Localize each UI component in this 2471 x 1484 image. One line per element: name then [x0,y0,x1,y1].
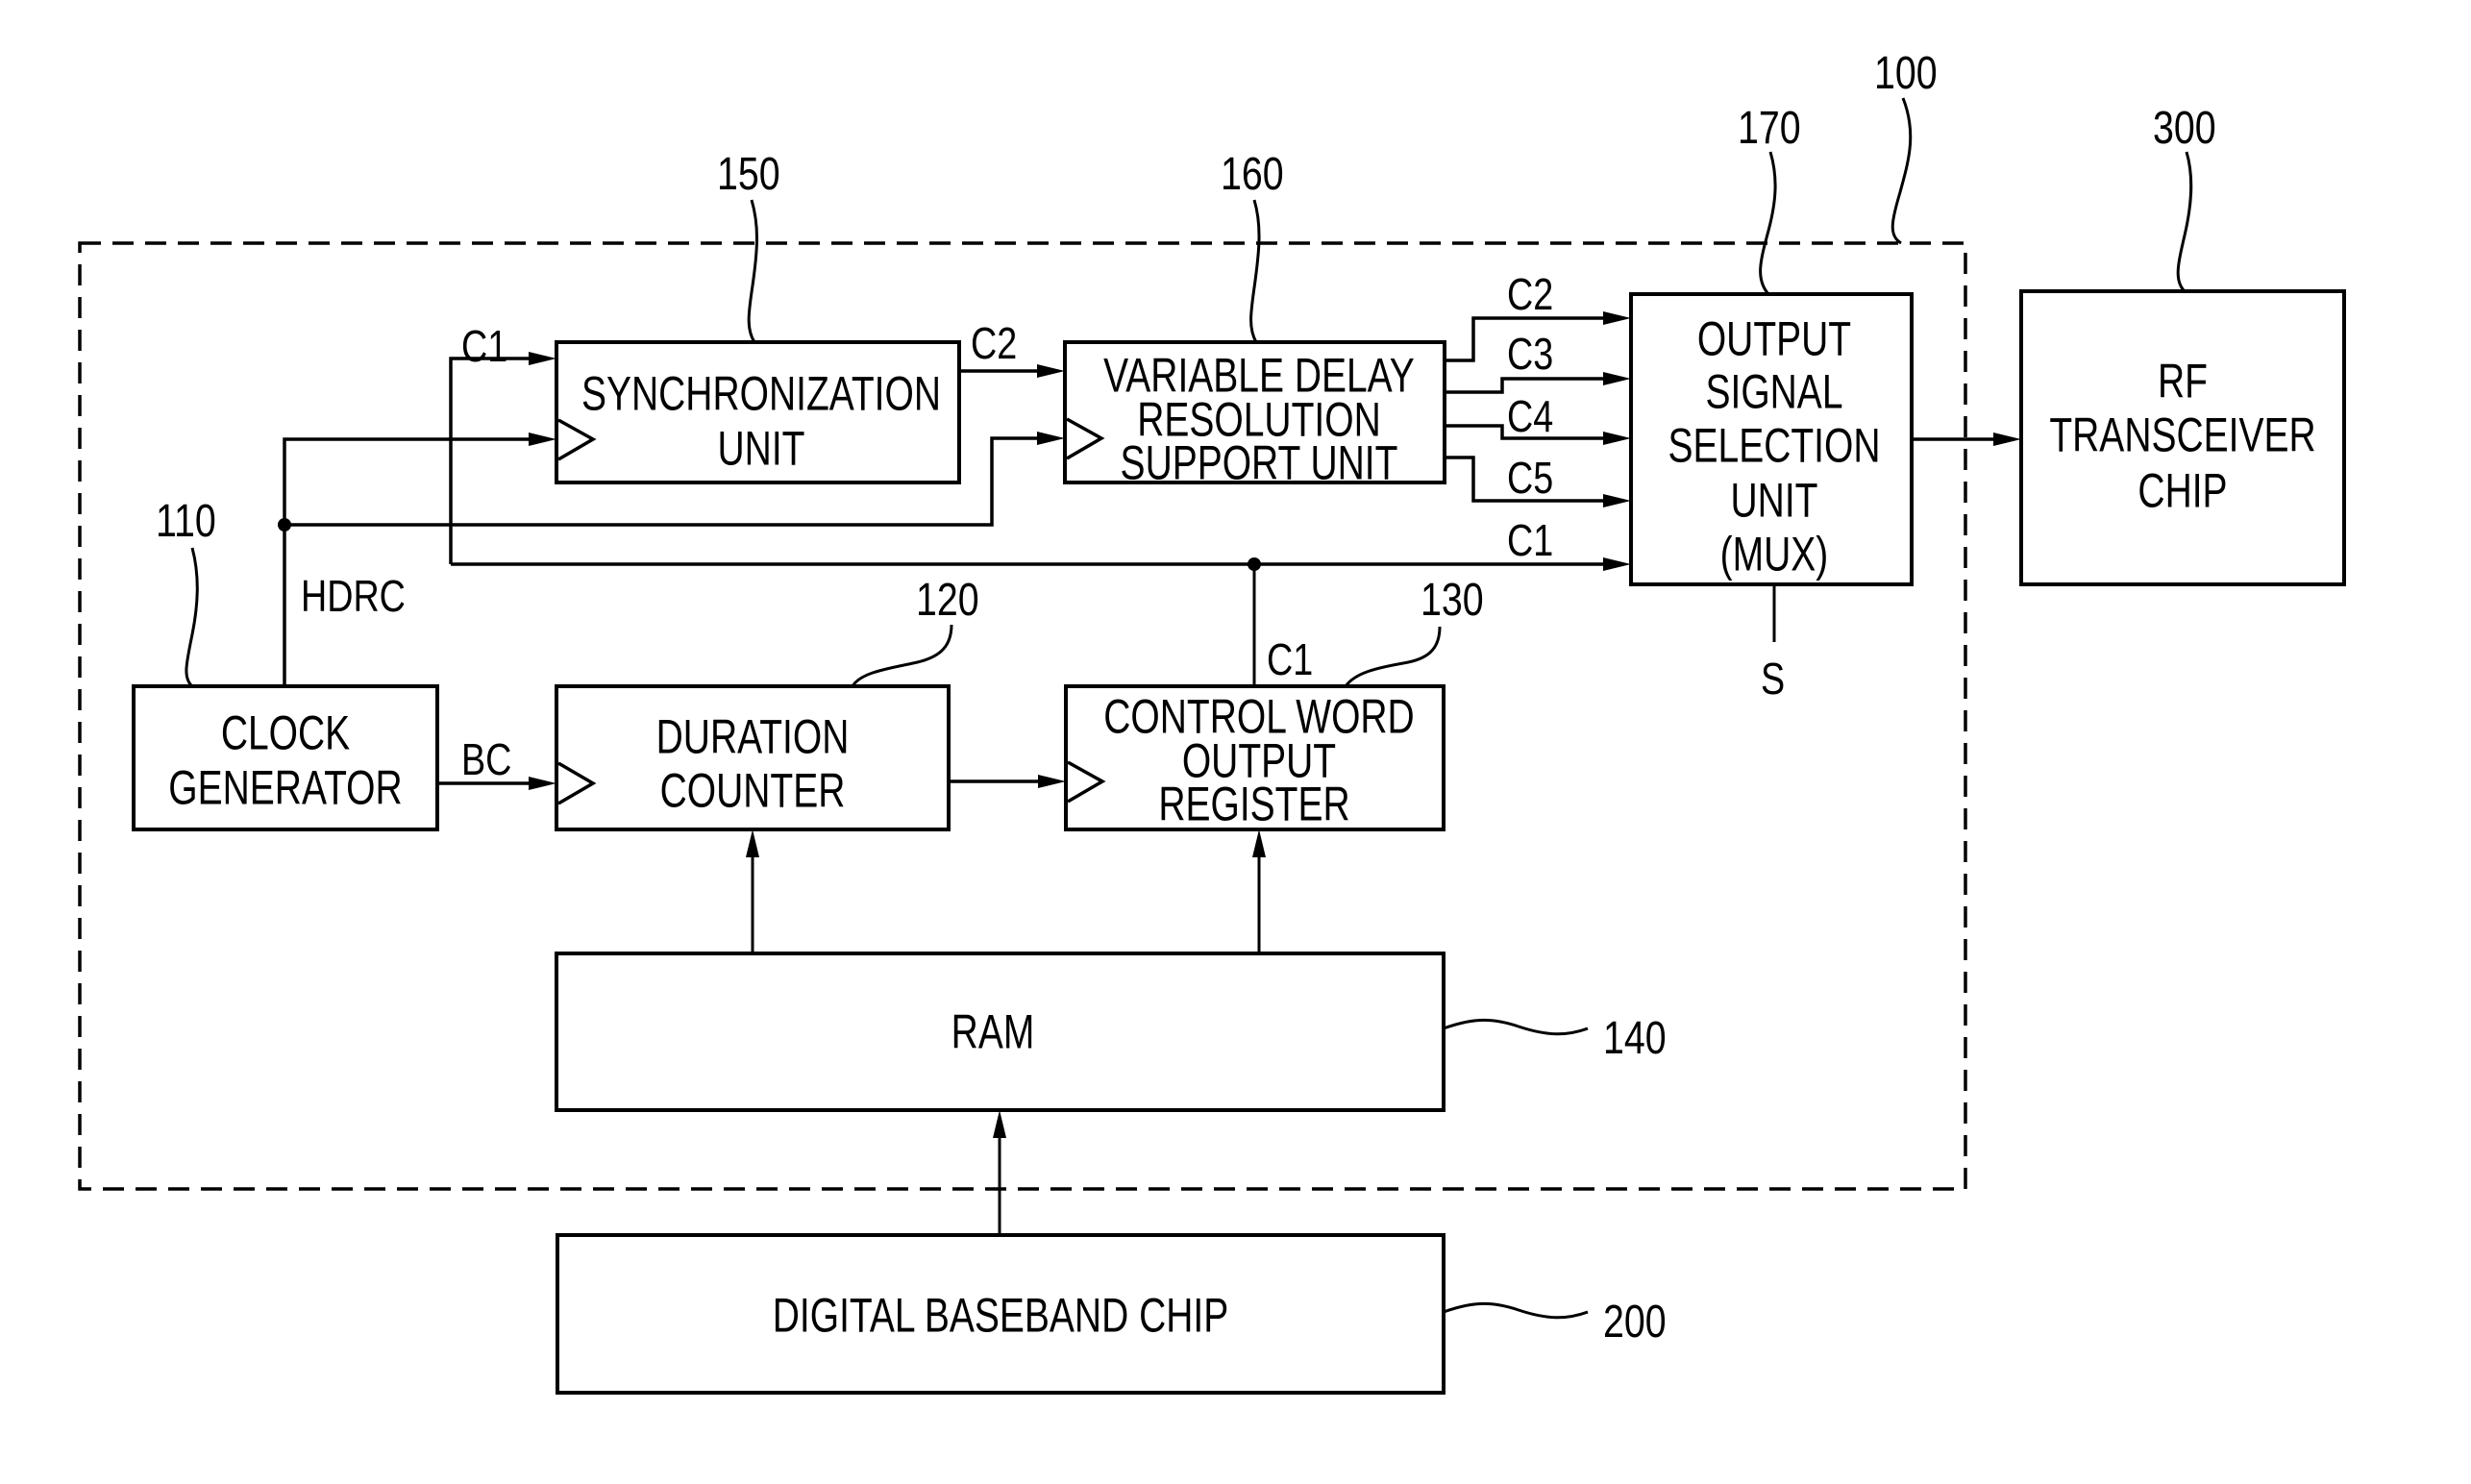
signal-label-mux-c2: C2 [1507,269,1553,318]
digital-baseband-chip-block: DIGITAL BASEBAND CHIP [556,1233,1446,1395]
leader-200 [1443,1302,1589,1320]
rf-label-line1: RF [2158,354,2208,408]
clock-gen-label-line1: CLOCK [221,705,350,760]
signal-label-mux-c3: C3 [1507,329,1553,378]
arrowhead-icon [1603,311,1631,325]
block-diagram: SYNCHRONIZATION UNIT VARIABLE DELAY RESO… [78,47,2346,1395]
arrowhead-icon [529,433,556,446]
clock-generator-block: CLOCK GENERATOR [132,684,439,831]
mux-label-line4: UNIT [1731,473,1818,528]
ref-170: 170 [1738,102,1801,154]
ref-200: 200 [1603,1296,1667,1348]
signal-label-hdrc: HDRC [301,571,406,620]
signal-label-s: S [1761,654,1785,703]
signal-label-mux-c4: C4 [1507,391,1553,440]
ref-120: 120 [916,574,979,626]
arrowhead-icon [1603,557,1631,571]
vdr-label-line3: SUPPORT UNIT [1121,435,1398,490]
duration-counter-block: DURATION COUNTER [555,684,951,831]
arrowhead-icon [529,352,556,365]
arrowhead-icon [1603,372,1631,385]
leader-130 [1344,626,1442,687]
signal-label-c2: C2 [971,318,1017,367]
arrowhead-icon [746,829,759,857]
arrowhead-icon [1037,364,1065,378]
control-word-output-register-block: CONTROL WORD OUTPUT REGISTER [1064,684,1446,831]
leader-150 [747,199,758,343]
signal-label-bc: BC [461,734,511,783]
ram-label: RAM [951,1004,1035,1059]
ref-150: 150 [717,148,780,200]
ram-block: RAM [555,952,1446,1112]
leader-300 [2176,151,2193,293]
arrowhead-icon [1993,433,2021,446]
ref-100: 100 [1874,47,1938,99]
duration-counter-label-line2: COUNTER [660,763,846,818]
dbc-label: DIGITAL BASEBAND CHIP [773,1288,1229,1343]
wire-c3-to-mux [1445,377,1618,394]
leader-100 [1890,97,1913,245]
ref-110: 110 [156,495,216,547]
clock-gen-label-line2: GENERATOR [168,760,402,815]
signal-label-c1-sync: C1 [461,321,507,370]
ref-140: 140 [1603,1012,1667,1064]
rf-label-line2: TRANSCEIVER [2049,408,2315,462]
variable-delay-unit-block: VARIABLE DELAY RESOLUTION SUPPORT UNIT [1063,340,1446,490]
signal-label-mux-c1: C1 [1507,515,1553,564]
ref-300: 300 [2153,102,2216,154]
mux-label-line3: SELECTION [1668,418,1880,473]
rf-label-line3: CHIP [2137,463,2227,518]
arrowhead-icon [1038,775,1066,788]
leader-140 [1443,1019,1589,1036]
leader-120 [851,624,953,687]
signal-label-cwor-c1: C1 [1267,634,1313,683]
ref-130: 130 [1421,574,1484,626]
signal-label-mux-c5: C5 [1507,453,1553,502]
leader-110 [185,547,199,688]
rf-transceiver-chip-block: RF TRANSCEIVER CHIP [2019,289,2346,586]
arrowhead-icon [529,777,556,790]
mux-label-line5: (MUX) [1720,527,1829,581]
ref-160: 160 [1221,148,1284,200]
synchronization-unit-block: SYNCHRONIZATION UNIT [555,340,961,484]
mux-label-line1: OUTPUT [1697,311,1851,366]
duration-counter-label-line1: DURATION [656,709,850,764]
arrowhead-icon [1603,494,1631,507]
sync-label-line1: SYNCHRONIZATION [581,366,941,421]
leader-160 [1249,199,1261,343]
output-signal-selection-unit-block: OUTPUT SIGNAL SELECTION UNIT (MUX) [1629,292,1914,586]
junction-node [278,518,291,532]
mux-label-line2: SIGNAL [1705,364,1842,419]
arrowhead-icon [1252,829,1266,857]
leader-170 [1759,151,1777,295]
arrowhead-icon [1603,432,1631,445]
arrowhead-icon [1037,432,1065,445]
sync-label-line2: UNIT [718,421,805,476]
wire-c1-to-sync [449,357,543,564]
cwor-label-line3: REGISTER [1158,777,1349,831]
arrowhead-icon [993,1110,1006,1138]
